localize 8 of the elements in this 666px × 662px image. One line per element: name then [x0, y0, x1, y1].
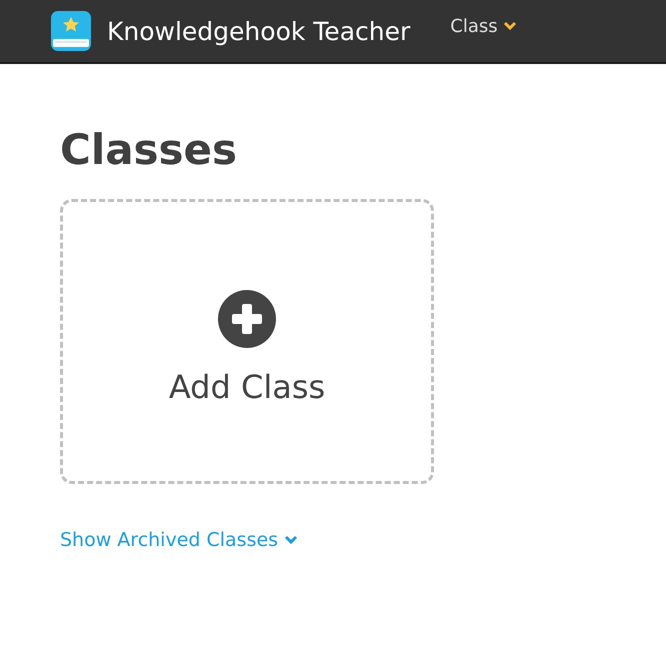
plus-circle-icon [218, 290, 276, 348]
book-star-logo-icon [51, 11, 91, 51]
class-menu[interactable]: Class [450, 16, 517, 36]
chevron-down-icon [502, 21, 517, 31]
add-class-card[interactable]: Add Class [60, 199, 434, 484]
chevron-down-icon [284, 535, 298, 545]
app-title: Knowledgehook Teacher [107, 16, 410, 46]
page-title: Classes [60, 129, 238, 171]
